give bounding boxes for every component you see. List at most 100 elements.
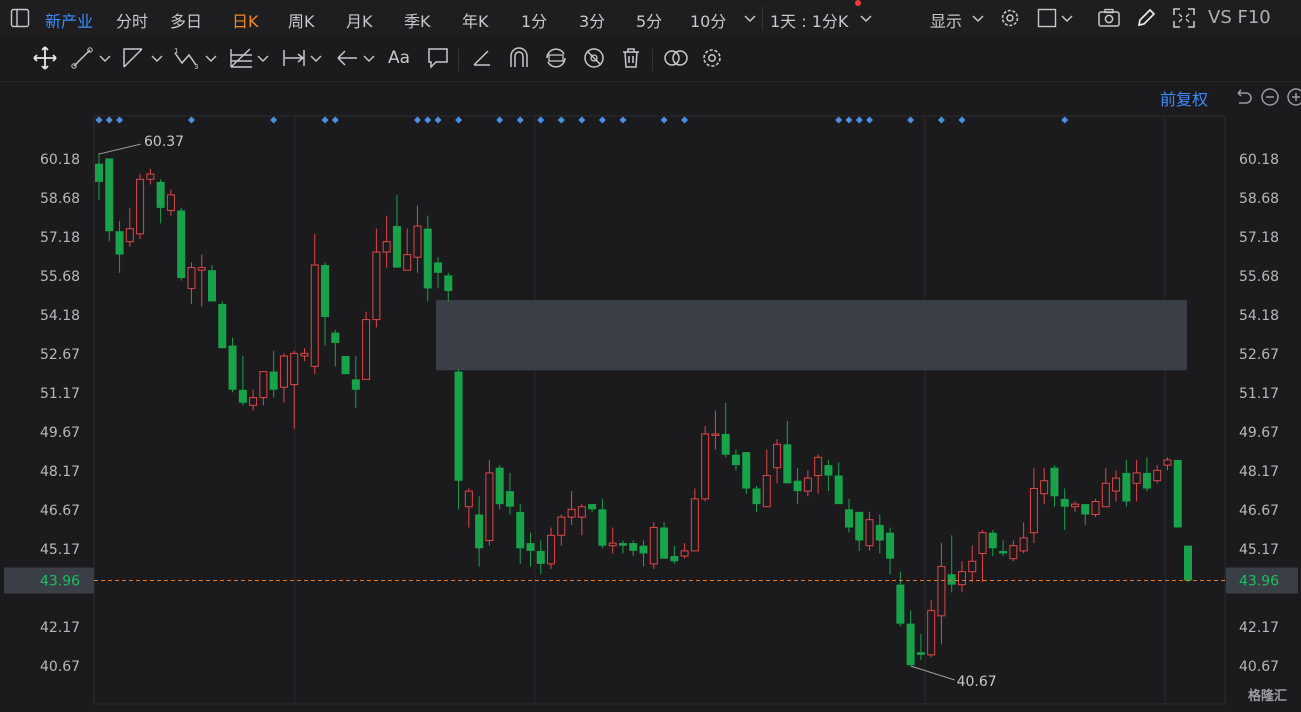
tab-daily-k[interactable]: 日K	[232, 8, 259, 32]
candle-body	[916, 652, 925, 655]
measure-icon[interactable]	[281, 45, 325, 71]
layout-icon[interactable]	[1037, 7, 1073, 33]
candle-body	[208, 270, 217, 302]
chevron-down-icon[interactable]	[860, 12, 872, 28]
candle-body	[392, 226, 401, 268]
candle-body	[310, 264, 319, 367]
move-icon[interactable]	[32, 45, 58, 71]
watermark-logo: 格隆汇	[1247, 689, 1287, 704]
zoom-in-icon[interactable]	[1286, 87, 1301, 111]
candle-body	[660, 527, 669, 559]
sync-icon[interactable]	[543, 45, 569, 71]
price-label-right: 48.17	[1239, 464, 1279, 480]
candle-body	[1112, 477, 1121, 492]
candle-body	[238, 389, 247, 403]
tab-10min[interactable]: 10分	[690, 8, 726, 32]
divider	[762, 6, 763, 30]
chevron-down-icon[interactable]	[744, 12, 756, 28]
text-tool[interactable]: Aa	[388, 48, 410, 68]
candle-body	[1060, 498, 1069, 507]
tab-3min[interactable]: 3分	[579, 8, 605, 32]
arrow-icon[interactable]	[335, 45, 379, 71]
tab-1min[interactable]: 1分	[521, 8, 547, 32]
candle-body	[228, 345, 237, 390]
drawing-toolbar: 13 Aa	[0, 37, 1301, 82]
sidebar-toggle-icon[interactable]	[10, 8, 30, 32]
camera-icon[interactable]	[1097, 7, 1121, 33]
candle-body	[1163, 459, 1172, 466]
candle-body	[218, 304, 227, 349]
candle-body	[844, 509, 853, 528]
tab-weekly-k[interactable]: 周K	[288, 8, 315, 32]
candle-body	[403, 254, 412, 271]
undo-icon[interactable]	[1233, 87, 1253, 111]
comment-icon[interactable]	[426, 45, 450, 71]
price-label-left: 42.17	[40, 620, 80, 636]
pencil-icon[interactable]	[1135, 7, 1157, 33]
candlestick-plot[interactable]: 60.18 60.18 58.68 58.68 57.18 57.18 55.68 55.68…	[0, 82, 1301, 712]
candle-body	[95, 163, 103, 182]
price-label-left: 46.67	[40, 503, 80, 519]
candle-body	[526, 543, 535, 551]
candle-body	[1081, 504, 1090, 515]
tab-multiday[interactable]: 多日	[170, 8, 202, 32]
candle-body	[649, 526, 658, 565]
sector-label[interactable]: 新产业	[45, 8, 93, 32]
candle-body	[742, 452, 751, 489]
overlay-icon[interactable]	[662, 45, 690, 71]
price-label-right: 42.17	[1239, 620, 1279, 636]
candle-body	[105, 158, 114, 232]
f10-link[interactable]: VS F10	[1208, 7, 1271, 28]
candle-body	[803, 477, 812, 492]
tab-yearly-k[interactable]: 年K	[462, 8, 489, 32]
eraser-line-icon[interactable]	[470, 45, 494, 71]
adjust-mode-button[interactable]: 前复权	[1160, 86, 1208, 110]
chart-settings-icon[interactable]	[700, 45, 724, 71]
candle-body	[968, 560, 977, 573]
candle-body	[896, 584, 905, 624]
hide-icon[interactable]	[581, 45, 607, 71]
channel-icon[interactable]	[120, 45, 166, 71]
candle-body	[598, 509, 607, 546]
kline-chart[interactable]: 60.18 60.18 58.68 58.68 57.18 57.18 55.68 55.68…	[0, 82, 1301, 712]
svg-text:1: 1	[174, 47, 178, 55]
fib-icon[interactable]	[228, 45, 272, 71]
fullscreen-icon[interactable]	[1172, 7, 1196, 33]
zoom-out-icon[interactable]	[1260, 87, 1280, 111]
candle-body	[834, 475, 843, 505]
candle-body	[341, 355, 350, 375]
price-label-left: 57.18	[40, 230, 80, 246]
candle-body	[1009, 545, 1018, 560]
candle-body	[279, 355, 288, 388]
candle-body	[136, 178, 145, 235]
tab-5min[interactable]: 5分	[636, 8, 662, 32]
candle-body	[187, 267, 196, 289]
price-label-left: 49.67	[40, 425, 80, 441]
candle-body	[290, 352, 299, 386]
range-selector[interactable]: 1天 : 1分K	[770, 8, 848, 32]
chevron-down-icon[interactable]	[972, 12, 984, 28]
price-label-right: 49.67	[1239, 425, 1279, 441]
candle-body	[906, 623, 915, 666]
tab-quarterly-k[interactable]: 季K	[404, 8, 431, 32]
wave-icon[interactable]: 13	[172, 45, 222, 71]
tab-monthly-k[interactable]: 月K	[346, 8, 373, 32]
low-marker-label: 40.67	[957, 674, 997, 690]
settings-icon[interactable]	[999, 7, 1021, 33]
price-label-right: 54.18	[1239, 308, 1279, 324]
candle-body	[505, 491, 514, 507]
magnet-icon[interactable]	[507, 45, 531, 71]
price-label-left: 40.67	[40, 659, 80, 675]
candle-body	[855, 511, 864, 541]
candle-body	[331, 332, 340, 343]
candle-body	[1173, 459, 1182, 528]
trash-icon[interactable]	[619, 45, 643, 71]
display-menu[interactable]: 显示	[930, 8, 962, 32]
price-label-left: 60.18	[40, 152, 80, 168]
trend-line-icon[interactable]	[70, 45, 114, 71]
candle-body	[434, 262, 443, 273]
candle-body	[927, 610, 936, 656]
candle-body	[536, 550, 545, 564]
tab-fenshi[interactable]: 分时	[116, 8, 148, 32]
price-label-right: 58.68	[1239, 191, 1279, 207]
